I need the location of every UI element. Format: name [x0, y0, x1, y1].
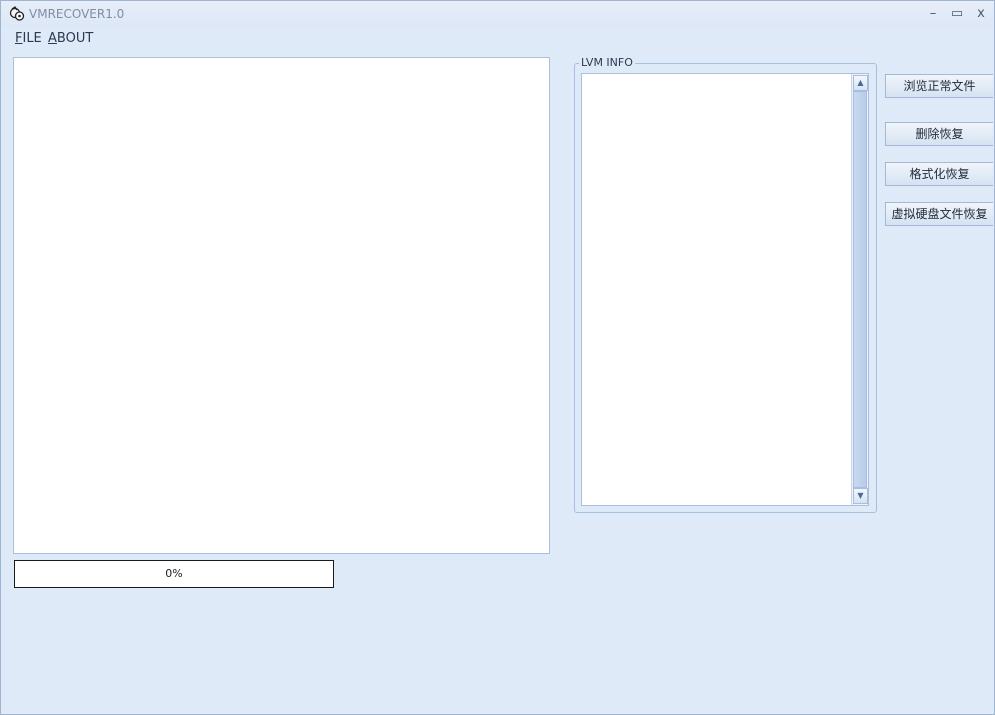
progress-bar: 0%	[14, 560, 334, 588]
delete-recover-button[interactable]: 删除恢复	[885, 122, 993, 146]
window-title: VMRECOVER1.0	[29, 7, 125, 21]
close-button[interactable]: x	[971, 5, 991, 23]
maximize-button[interactable]: ▭	[947, 5, 967, 23]
vdisk-recover-button[interactable]: 虚拟硬盘文件恢复	[885, 202, 993, 226]
scroll-up-icon[interactable]: ▲	[853, 75, 868, 91]
app-icon	[9, 6, 25, 22]
lvm-scrollbar[interactable]: ▲ ▼	[851, 74, 868, 505]
scroll-thumb[interactable]	[853, 91, 867, 488]
title-bar[interactable]: VMRECOVER1.0 – ▭ x	[1, 1, 994, 27]
app-window: VMRECOVER1.0 – ▭ x FILE ABOUT 0% LVM INF…	[0, 0, 995, 715]
browse-files-button[interactable]: 浏览正常文件	[885, 74, 993, 98]
minimize-button[interactable]: –	[923, 5, 943, 23]
menu-file[interactable]: FILE	[15, 31, 42, 46]
menu-about-rest: BOUT	[56, 31, 94, 46]
format-recover-button[interactable]: 格式化恢复	[885, 162, 993, 186]
scroll-down-icon[interactable]: ▼	[853, 488, 868, 504]
menu-about-mnemonic: A	[48, 31, 57, 46]
menu-file-rest: ILE	[22, 31, 42, 46]
menu-about[interactable]: ABOUT	[48, 31, 93, 46]
menu-bar: FILE ABOUT	[1, 27, 994, 49]
file-list-panel[interactable]	[13, 57, 550, 554]
progress-text: 0%	[165, 567, 183, 580]
lvm-info-label: LVM INFO	[579, 56, 635, 69]
lvm-info-textbox[interactable]: ▲ ▼	[581, 73, 869, 506]
